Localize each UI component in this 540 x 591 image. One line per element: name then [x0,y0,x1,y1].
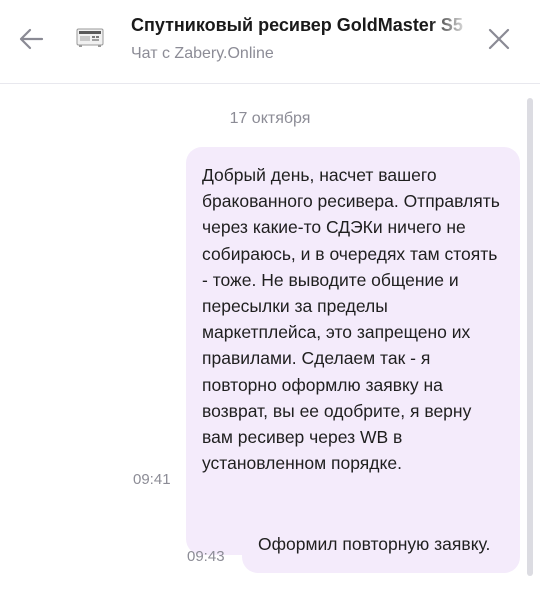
chat-subtitle[interactable]: Чат с Zabery.Online [131,43,274,65]
message-bubble[interactable]: Добрый день, насчет вашего бракованного … [186,147,520,555]
scrollbar[interactable] [527,98,533,576]
chat-title: Спутниковый ресивер GoldMaster S5 [131,15,463,35]
message-bubble[interactable]: Оформил повторную заявку. [242,515,520,573]
message-text: Добрый день, насчет вашего бракованного … [202,165,500,474]
back-button[interactable] [14,22,48,56]
message-time: 09:41 [133,471,171,488]
message-text: Оформил повторную заявку. [258,534,491,554]
chat-header: Спутниковый ресивер GoldMaster S5 Чат с … [0,0,540,84]
date-separator: 17 октября [229,110,311,127]
close-icon [488,28,510,50]
close-button[interactable] [482,22,516,56]
product-thumbnail[interactable] [74,22,106,54]
receiver-thumbnail-icon [76,28,104,47]
message-time: 09:43 [187,548,225,565]
chat-area[interactable]: 17 октября 09:41 Добрый день, насчет ваш… [0,85,540,591]
back-arrow-icon [19,28,44,50]
title-fade [430,10,470,40]
